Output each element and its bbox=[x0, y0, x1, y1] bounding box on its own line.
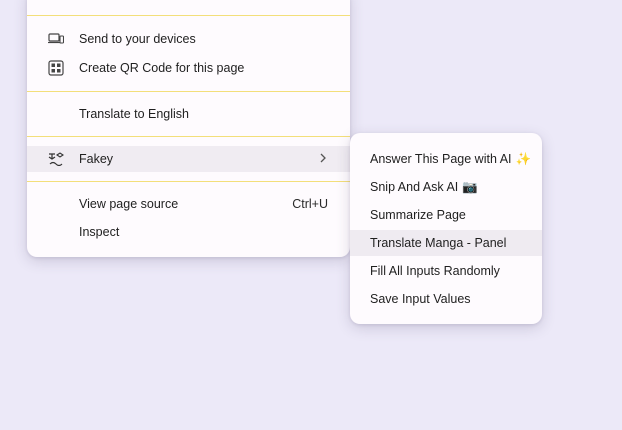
menu-separator bbox=[27, 136, 350, 137]
fakey-extension-icon bbox=[47, 150, 65, 168]
menu-item-label: Summarize Page bbox=[370, 208, 466, 222]
camera-icon: 📷 bbox=[462, 179, 478, 194]
fakey-submenu: Answer This Page with AI ✨ Snip And Ask A… bbox=[350, 133, 542, 324]
menu-item-label: Send to your devices bbox=[79, 32, 196, 46]
answer-page-ai-item[interactable]: Answer This Page with AI ✨ bbox=[350, 146, 542, 172]
summarize-page-item[interactable]: Summarize Page bbox=[350, 202, 542, 228]
menu-separator bbox=[27, 91, 350, 92]
snip-ask-ai-item[interactable]: Snip And Ask AI 📷 bbox=[350, 174, 542, 200]
view-page-source-item[interactable]: View page source Ctrl+U bbox=[27, 191, 350, 217]
menu-item-label: Translate Manga - Panel bbox=[370, 236, 507, 250]
fakey-submenu-item[interactable]: Fakey bbox=[27, 146, 350, 172]
chevron-right-icon bbox=[319, 152, 327, 166]
inspect-item[interactable]: Inspect bbox=[27, 219, 350, 245]
menu-item-label: Fakey bbox=[79, 152, 114, 166]
menu-separator bbox=[27, 181, 350, 182]
menu-separator bbox=[27, 15, 350, 16]
save-input-values-item[interactable]: Save Input Values bbox=[350, 286, 542, 312]
menu-item-label-wrap: Snip And Ask AI 📷 bbox=[370, 180, 478, 195]
translate-item[interactable]: Translate to English bbox=[27, 101, 350, 127]
qr-code-icon bbox=[47, 59, 65, 77]
menu-item-label: Save Input Values bbox=[370, 292, 471, 306]
menu-item-label: Fill All Inputs Randomly bbox=[370, 264, 500, 278]
translate-manga-item[interactable]: Translate Manga - Panel bbox=[350, 230, 542, 256]
menu-item-label: View page source bbox=[79, 197, 179, 211]
create-qr-code-item[interactable]: Create QR Code for this page bbox=[27, 55, 350, 81]
menu-item-label: Translate to English bbox=[79, 107, 190, 121]
fill-inputs-randomly-item[interactable]: Fill All Inputs Randomly bbox=[350, 258, 542, 284]
menu-item-label: Create QR Code for this page bbox=[79, 61, 245, 75]
menu-item-label: Inspect bbox=[79, 225, 120, 239]
send-to-devices-item[interactable]: Send to your devices bbox=[27, 26, 350, 52]
menu-item-label-wrap: Answer This Page with AI ✨ bbox=[370, 152, 531, 167]
context-menu: Send to your devices Create QR Code for … bbox=[27, 0, 350, 257]
devices-icon bbox=[47, 30, 65, 48]
sparkles-icon: ✨ bbox=[515, 151, 532, 166]
keyboard-shortcut: Ctrl+U bbox=[292, 197, 328, 211]
menu-item-label: Snip And Ask AI bbox=[370, 179, 459, 194]
menu-item-label: Answer This Page with AI bbox=[370, 151, 512, 166]
